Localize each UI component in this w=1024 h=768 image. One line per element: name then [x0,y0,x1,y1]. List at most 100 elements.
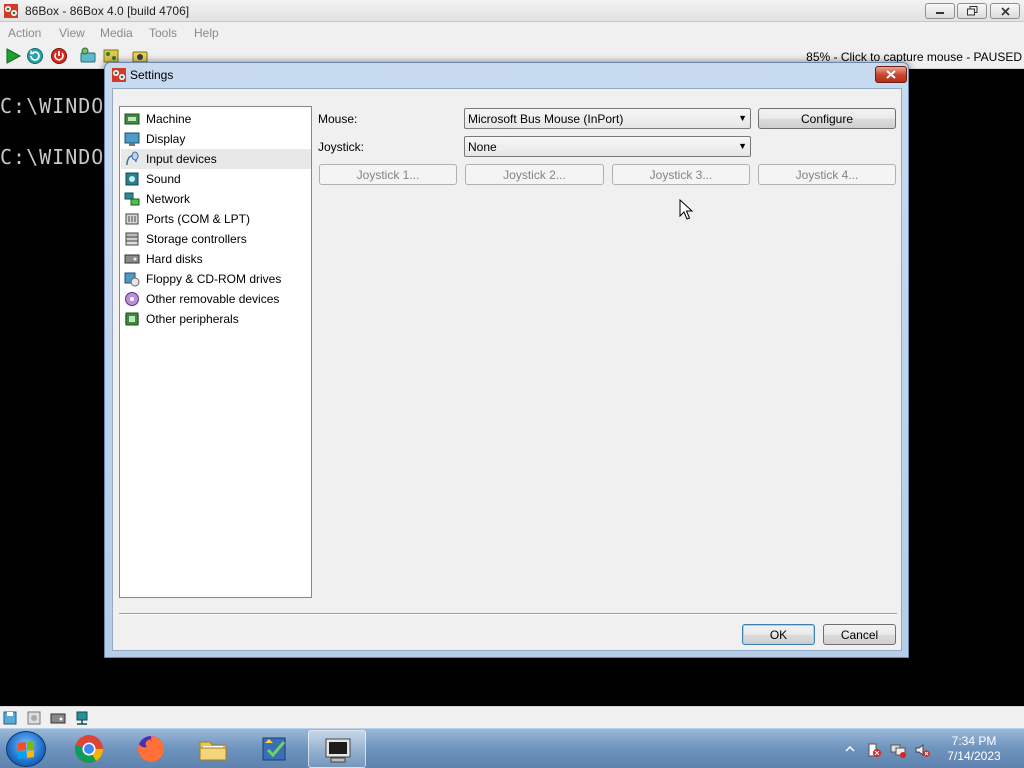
input-devices-icon [126,151,139,166]
chevron-down-icon: ▼ [738,113,747,123]
86box-icon [325,738,351,763]
window-title: 86Box - 86Box 4.0 [build 4706] [25,4,190,18]
sound-icon [125,172,139,186]
menu-media[interactable]: Media [100,26,133,40]
dialog-title: Settings [130,68,174,82]
nav-item-network[interactable]: Network [121,189,311,209]
dialog-client-area: Machine Display Input devices Sound Netw… [112,88,902,651]
floppy-status-icon[interactable] [2,710,18,726]
power-icon[interactable] [50,47,68,65]
configure-button[interactable]: Configure [758,108,896,129]
nav-item-display[interactable]: Display [121,129,311,149]
folder-icon [199,741,227,761]
joystick-label: Joystick: [318,140,365,154]
peripherals-icon [125,312,139,326]
taskbar-chrome[interactable] [60,730,118,768]
nav-item-removable-devices[interactable]: Other removable devices [121,289,311,309]
action-center-alert-icon[interactable] [866,742,882,758]
joystick-2-button[interactable]: Joystick 2... [465,164,604,185]
mouse-select-value: Microsoft Bus Mouse (InPort) [468,112,624,126]
86box-app-icon [4,4,18,18]
restore-button[interactable] [957,3,987,19]
nav-item-label: Other removable devices [146,292,280,306]
ok-button[interactable]: OK [742,624,815,645]
joystick-select[interactable]: None ▼ [464,136,751,157]
chrome-icon [74,735,103,763]
nav-item-label: Other peripherals [146,312,239,326]
clock-date: 7/14/2023 [947,749,1001,763]
cancel-button[interactable]: Cancel [823,624,896,645]
nav-item-label: Display [146,132,186,146]
start-button[interactable] [6,731,46,767]
minimize-button[interactable] [925,3,955,19]
machine-icon [124,113,140,125]
nav-item-hard-disks[interactable]: Hard disks [121,249,311,269]
ctrl-alt-del-icon[interactable] [79,47,97,65]
chevron-down-icon: ▼ [738,141,747,151]
volume-muted-icon[interactable] [914,742,930,758]
menu-view[interactable]: View [59,26,85,40]
menu-tools[interactable]: Tools [149,26,177,40]
main-titlebar: 86Box - 86Box 4.0 [build 4706] [0,0,1024,22]
nav-item-label: Storage controllers [146,232,247,246]
network-icon [124,192,140,206]
dos-prompt-line: C:\WINDOU [0,94,118,118]
play-icon[interactable] [4,47,22,65]
nav-item-label: Machine [146,112,192,126]
floppy-cdrom-icon [124,272,140,287]
menu-bar: Action View Media Tools Help [0,22,1024,43]
joystick-select-value: None [468,140,497,154]
dialog-close-button[interactable] [875,66,907,83]
restore-icon [966,6,977,16]
nav-item-label: Floppy & CD-ROM drives [146,272,282,286]
nav-item-machine[interactable]: Machine [121,109,311,129]
clock[interactable]: 7:34 PM 7/14/2023 [936,734,1012,764]
show-hidden-icons-icon[interactable] [844,743,856,755]
firefox-icon [138,736,164,762]
taskbar-explorer[interactable] [184,730,242,768]
network-tray-icon[interactable] [890,742,906,758]
nav-item-ports[interactable]: Ports (COM & LPT) [121,209,311,229]
joystick-4-button[interactable]: Joystick 4... [758,164,896,185]
nav-item-floppy-cdrom[interactable]: Floppy & CD-ROM drives [121,269,311,289]
nav-item-label: Ports (COM & LPT) [146,212,251,226]
clock-time: 7:34 PM [951,734,997,748]
nav-item-input-devices[interactable]: Input devices [121,149,311,169]
removable-devices-icon [125,292,139,306]
nav-item-label: Network [146,192,191,206]
menu-action[interactable]: Action [8,26,41,40]
nav-item-storage-controllers[interactable]: Storage controllers [121,229,311,249]
nav-item-other-peripherals[interactable]: Other peripherals [121,309,311,329]
cdrom-status-icon[interactable] [26,710,42,726]
status-bar [0,706,1024,728]
menu-help[interactable]: Help [194,26,219,40]
windows-logo-icon [18,741,34,759]
minimize-icon [936,12,944,14]
nav-item-label: Sound [146,172,181,186]
nav-item-label: Input devices [146,152,217,166]
nav-item-label: Hard disks [146,252,203,266]
close-icon [1000,6,1010,16]
mouse-cursor-icon [679,199,693,220]
checklist-icon [262,737,286,761]
network-status-icon[interactable] [74,710,90,726]
close-icon [886,70,896,79]
taskbar: 7:34 PM 7/14/2023 [0,728,1024,768]
storage-controllers-icon [125,232,139,246]
joystick-3-button[interactable]: Joystick 3... [612,164,750,185]
hard-disk-status-icon[interactable] [50,710,66,726]
settings-dialog-icon [112,68,126,82]
close-main-button[interactable] [990,3,1020,19]
reset-icon[interactable] [26,47,44,65]
display-icon [124,132,140,146]
taskbar-action-center-app[interactable] [246,730,304,768]
settings-category-list[interactable]: Machine Display Input devices Sound Netw… [119,106,312,598]
joystick-1-button[interactable]: Joystick 1... [319,164,457,185]
dos-prompt-line: C:\WINDOU [0,145,118,169]
mouse-select[interactable]: Microsoft Bus Mouse (InPort) ▼ [464,108,751,129]
mouse-label: Mouse: [318,112,358,126]
ports-icon [125,213,139,225]
nav-item-sound[interactable]: Sound [121,169,311,189]
taskbar-firefox[interactable] [122,730,180,768]
taskbar-86box[interactable] [308,730,366,768]
